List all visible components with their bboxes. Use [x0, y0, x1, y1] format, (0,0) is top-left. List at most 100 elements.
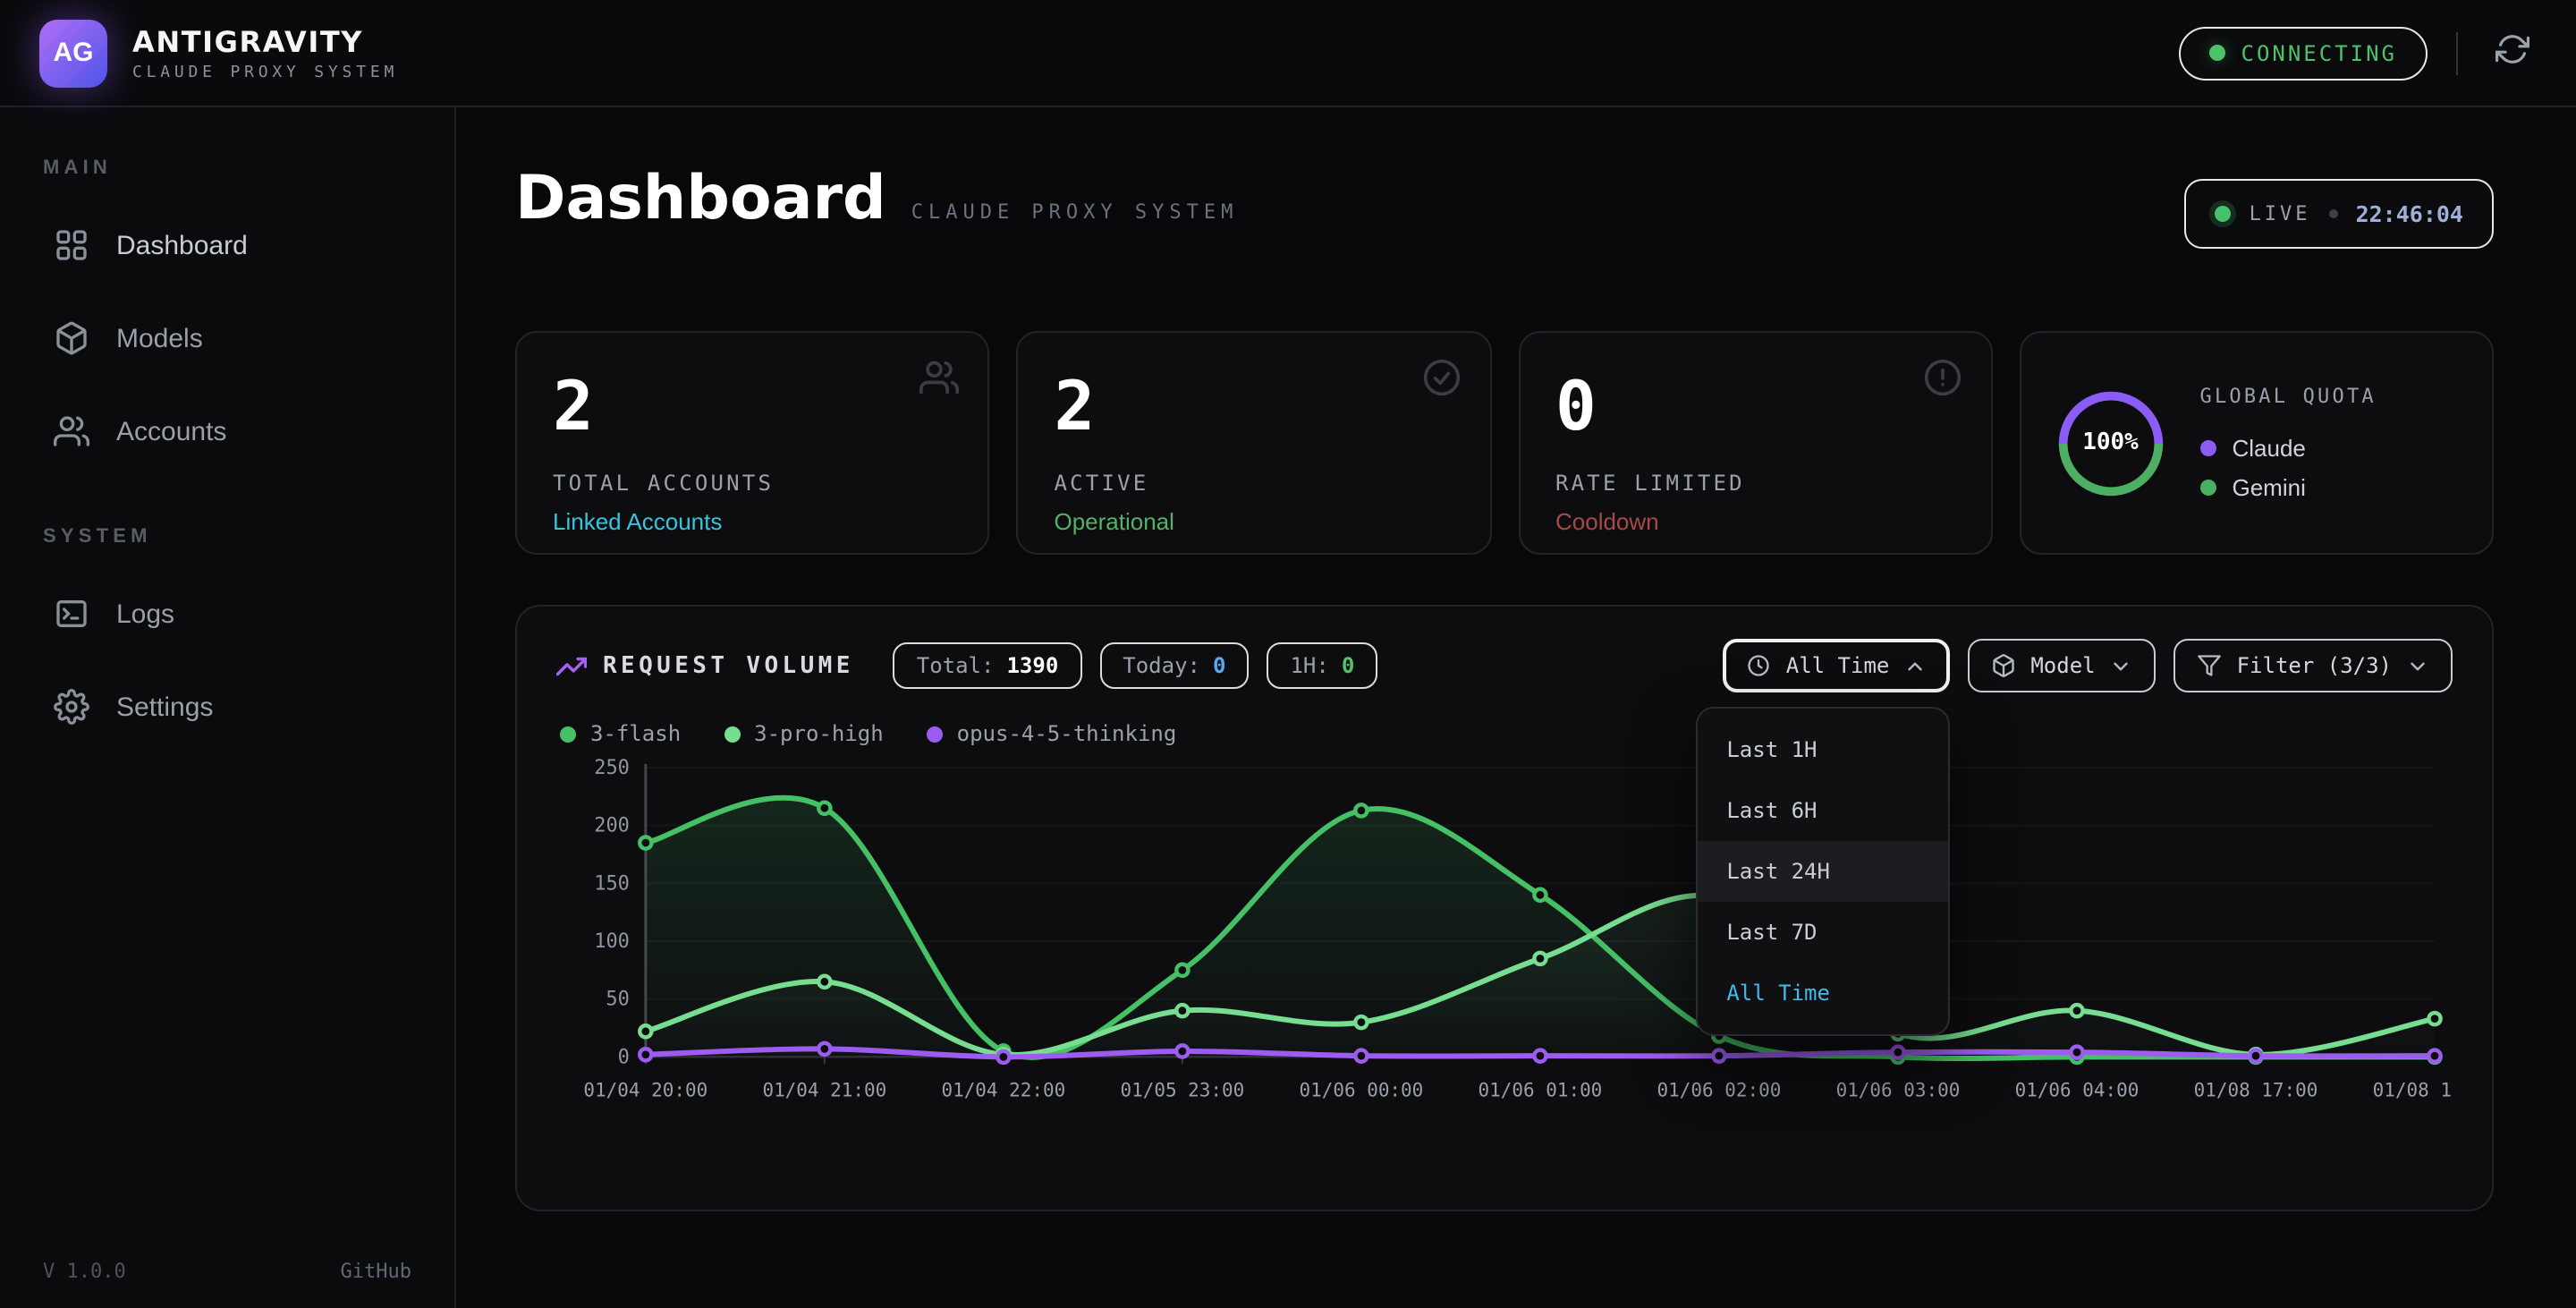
status-dot	[2209, 45, 2225, 61]
svg-text:150: 150	[594, 872, 630, 895]
separator-dot	[2329, 209, 2338, 218]
stat-value: 2	[553, 372, 953, 444]
github-link[interactable]: GitHub	[341, 1260, 412, 1283]
stat-value: 0	[1555, 372, 1955, 444]
dropdown-item-last-24h[interactable]: Last 24H	[1698, 841, 1948, 902]
request-volume-panel: REQUEST VOLUME Total: 1390 Today: 0 1H: 0 All…	[515, 605, 2494, 1211]
chip-value: 1390	[1006, 653, 1058, 678]
legend-label: 3-flash	[590, 721, 681, 746]
quota-ring: 100%	[2054, 386, 2168, 500]
legend-label: opus-4-5-thinking	[957, 721, 1177, 746]
status-label: CONNECTING	[2241, 40, 2398, 65]
time-range-button[interactable]: All Time	[1724, 639, 1951, 692]
filter-label: Filter (3/3)	[2237, 653, 2392, 678]
quota-legend-claude: Claude	[2200, 435, 2377, 462]
chart-legend-opus-4-5-thinking[interactable]: opus-4-5-thinking	[927, 721, 1177, 746]
live-dot	[2216, 206, 2232, 222]
legend-dot	[2200, 480, 2216, 496]
connection-status-badge: CONNECTING	[2179, 26, 2428, 80]
model-filter-label: Model	[2030, 653, 2095, 678]
app-title: ANTIGRAVITY	[132, 24, 398, 58]
chip-value: 0	[1213, 653, 1225, 678]
chevron-down-icon	[2406, 654, 2429, 677]
svg-text:200: 200	[594, 815, 630, 837]
page-subtitle: CLAUDE PROXY SYSTEM	[911, 200, 1239, 224]
svg-text:01/06 04:00: 01/06 04:00	[2015, 1079, 2140, 1100]
svg-text:01/06 02:00: 01/06 02:00	[1657, 1079, 1782, 1100]
chevron-up-icon	[1903, 654, 1927, 677]
chart-legend-3-pro-high[interactable]: 3-pro-high	[724, 721, 884, 746]
stat-label: TOTAL ACCOUNTS	[553, 471, 953, 496]
quota-percent: 100%	[2054, 386, 2168, 500]
clock-time: 22:46:04	[2356, 200, 2463, 227]
stat-chip-1h: 1H: 0	[1267, 642, 1377, 689]
sidebar-section-system: SYSTEM	[36, 526, 419, 548]
stat-sub-label: Operational	[1055, 508, 1454, 535]
stat-chip-total: Total: 1390	[894, 642, 1082, 689]
filter-button[interactable]: Filter (3/3)	[2174, 639, 2453, 692]
app-logo: AG	[39, 19, 107, 87]
sidebar-item-settings[interactable]: Settings	[36, 666, 419, 748]
check-circle-icon	[1421, 358, 1461, 397]
time-range-label: All Time	[1786, 653, 1890, 678]
svg-text:01/05 23:00: 01/05 23:00	[1121, 1079, 1245, 1100]
clock-icon	[1747, 653, 1772, 678]
chip-label: Today:	[1123, 653, 1200, 678]
legend-dot	[2200, 440, 2216, 456]
stat-value: 2	[1055, 372, 1454, 444]
dropdown-item-last-7d[interactable]: Last 7D	[1698, 902, 1948, 963]
alert-circle-icon	[1923, 358, 1962, 397]
legend-dot	[560, 726, 576, 742]
stat-label: ACTIVE	[1055, 471, 1454, 496]
svg-text:01/04 22:00: 01/04 22:00	[941, 1079, 1065, 1100]
main-content: Dashboard CLAUDE PROXY SYSTEM LIVE 22:46…	[456, 107, 2576, 1308]
legend-dot	[724, 726, 740, 742]
svg-text:01/06 03:00: 01/06 03:00	[1836, 1079, 1961, 1100]
legend-dot	[927, 726, 943, 742]
legend-label: 3-pro-high	[754, 721, 884, 746]
time-range-dropdown: Last 1HLast 6HLast 24HLast 7DAll Time	[1696, 707, 1950, 1036]
panel-title-text: REQUEST VOLUME	[603, 652, 854, 679]
box-icon	[54, 320, 89, 356]
users-icon	[920, 358, 960, 397]
sidebar-item-logs[interactable]: Logs	[36, 573, 419, 655]
dropdown-item-last-1h[interactable]: Last 1H	[1698, 719, 1948, 780]
svg-text:250: 250	[594, 757, 630, 779]
page-title: Dashboard	[515, 168, 886, 229]
sidebar: MAINDashboardModelsAccountsSYSTEMLogsSet…	[0, 107, 456, 1308]
live-clock-badge: LIVE 22:46:04	[2185, 179, 2494, 249]
live-label: LIVE	[2250, 202, 2311, 225]
chevron-down-icon	[2110, 654, 2133, 677]
svg-text:50: 50	[606, 989, 629, 1011]
stat-label: RATE LIMITED	[1555, 471, 1955, 496]
sidebar-item-label: Models	[116, 323, 203, 353]
sidebar-item-accounts[interactable]: Accounts	[36, 390, 419, 472]
chip-value: 0	[1342, 653, 1354, 678]
sidebar-item-models[interactable]: Models	[36, 297, 419, 379]
model-filter-button[interactable]: Model	[1968, 639, 2156, 692]
stat-sub-label: Linked Accounts	[553, 508, 953, 535]
stat-chip-today: Today: 0	[1099, 642, 1249, 689]
trending-up-icon	[556, 650, 587, 681]
dropdown-item-last-6h[interactable]: Last 6H	[1698, 780, 1948, 841]
chart-legend-3-flash[interactable]: 3-flash	[560, 721, 681, 746]
svg-text:01/04 20:00: 01/04 20:00	[583, 1079, 708, 1100]
stat-card-rate-limited: 0RATE LIMITEDCooldown	[1518, 331, 1993, 555]
panel-title: REQUEST VOLUME	[556, 650, 854, 681]
request-volume-chart[interactable]: 05010015020025001/04 20:0001/04 21:0001/…	[556, 753, 2453, 1121]
svg-text:01/08 17:00: 01/08 17:00	[2194, 1079, 2318, 1100]
terminal-icon	[54, 596, 89, 632]
sidebar-item-label: Logs	[116, 599, 174, 629]
chip-label: Total:	[917, 653, 995, 678]
users-icon	[54, 413, 89, 449]
global-quota-card: 100%GLOBAL QUOTAClaudeGemini	[2020, 331, 2495, 555]
dropdown-item-all-time[interactable]: All Time	[1698, 963, 1948, 1023]
refresh-button[interactable]	[2487, 28, 2537, 78]
svg-text:01/06 01:00: 01/06 01:00	[1479, 1079, 1603, 1100]
legend-label: Claude	[2233, 435, 2306, 462]
quota-legend-gemini: Gemini	[2200, 474, 2377, 501]
stat-card-total-accounts: 2 TOTAL ACCOUNTS Linked Accounts	[515, 331, 990, 555]
sidebar-item-dashboard[interactable]: Dashboard	[36, 204, 419, 286]
legend-label: Gemini	[2233, 474, 2306, 501]
chip-label: 1H:	[1290, 653, 1328, 678]
